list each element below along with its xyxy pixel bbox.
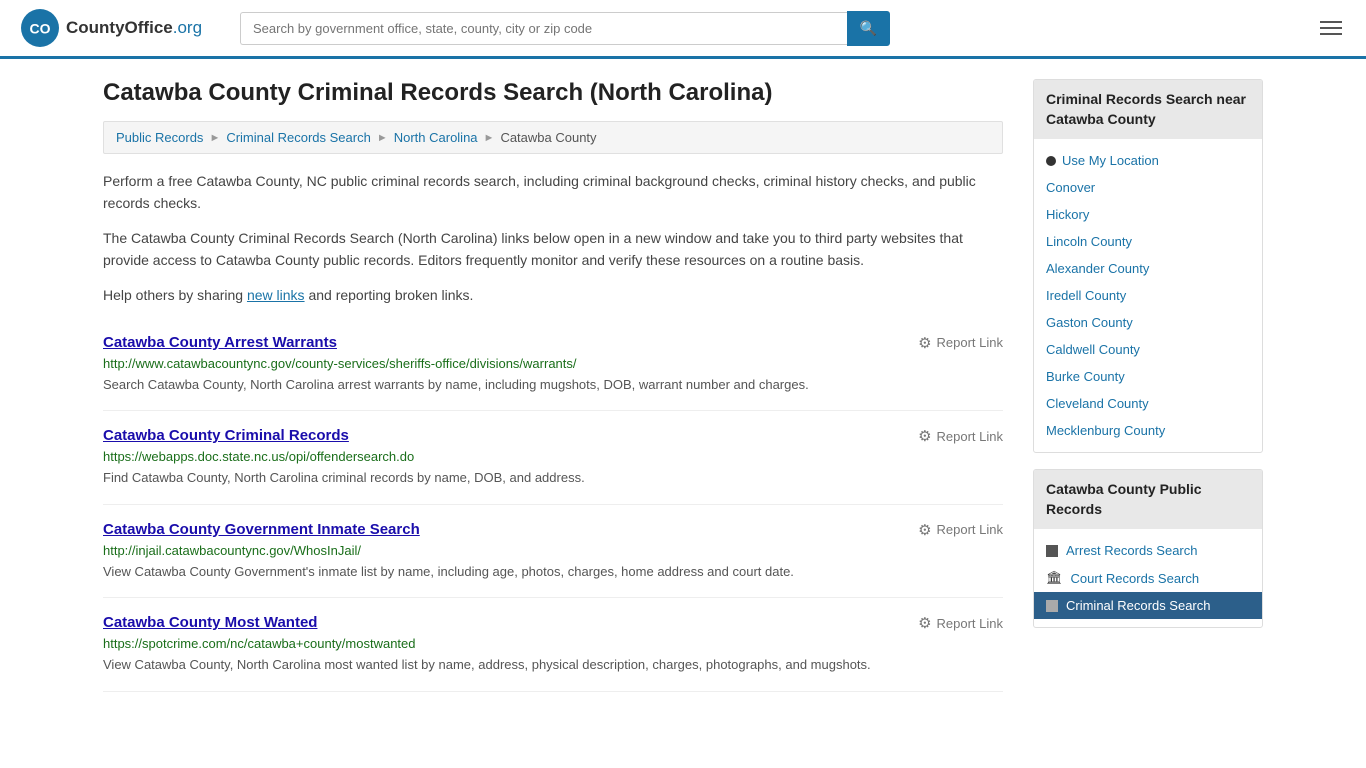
record-url-1[interactable]: https://webapps.doc.state.nc.us/opi/offe… bbox=[103, 449, 1003, 464]
breadcrumb-sep: ► bbox=[484, 132, 495, 144]
report-icon: ⚙ bbox=[918, 521, 931, 539]
sidebar-item-mecklenburg-county[interactable]: Mecklenburg County bbox=[1034, 417, 1262, 444]
page-title: Catawba County Criminal Records Search (… bbox=[103, 79, 1003, 107]
report-link-btn-3[interactable]: ⚙ Report Link bbox=[918, 614, 1003, 632]
sidebar-item-gaston-county[interactable]: Gaston County bbox=[1034, 309, 1262, 336]
desc-para-2: The Catawba County Criminal Records Sear… bbox=[103, 227, 1003, 272]
record-desc-3: View Catawba County, North Carolina most… bbox=[103, 655, 1003, 675]
record-url-3[interactable]: https://spotcrime.com/nc/catawba+county/… bbox=[103, 636, 1003, 651]
search-button[interactable]: 🔍 bbox=[847, 11, 890, 46]
logo-area: CO CountyOffice.org bbox=[20, 8, 220, 48]
hamburger-line bbox=[1320, 33, 1342, 35]
search-area: 🔍 bbox=[240, 11, 890, 46]
report-link-btn-0[interactable]: ⚙ Report Link bbox=[918, 334, 1003, 352]
search-icon: 🔍 bbox=[860, 20, 877, 36]
sidebar-item-hickory[interactable]: Hickory bbox=[1034, 201, 1262, 228]
breadcrumb-criminal-records[interactable]: Criminal Records Search bbox=[226, 130, 371, 145]
sidebar-item-lincoln-county[interactable]: Lincoln County bbox=[1034, 228, 1262, 255]
location-dot-icon bbox=[1046, 156, 1056, 166]
record-url-2[interactable]: http://injail.catawbacountync.gov/WhosIn… bbox=[103, 543, 1003, 558]
sidebar: Criminal Records Search near Catawba Cou… bbox=[1033, 79, 1263, 692]
square-icon bbox=[1046, 600, 1058, 612]
sidebar-item-cleveland-county[interactable]: Cleveland County bbox=[1034, 390, 1262, 417]
report-link-btn-1[interactable]: ⚙ Report Link bbox=[918, 427, 1003, 445]
new-links-link[interactable]: new links bbox=[247, 287, 305, 303]
logo-text: CountyOffice.org bbox=[66, 18, 202, 38]
record-title-2[interactable]: Catawba County Government Inmate Search bbox=[103, 521, 420, 538]
sidebar-criminal-records[interactable]: Criminal Records Search bbox=[1034, 592, 1262, 619]
sidebar-item-conover[interactable]: Conover bbox=[1034, 174, 1262, 201]
record-desc-2: View Catawba County Government's inmate … bbox=[103, 562, 1003, 582]
header: CO CountyOffice.org 🔍 bbox=[0, 0, 1366, 59]
sidebar-public-records-title: Catawba County Public Records bbox=[1034, 470, 1262, 529]
hamburger-line bbox=[1320, 27, 1342, 29]
sidebar-nearby-title: Criminal Records Search near Catawba Cou… bbox=[1034, 80, 1262, 139]
record-url-0[interactable]: http://www.catawbacountync.gov/county-se… bbox=[103, 356, 1003, 371]
sidebar-nearby-content: Use My Location Conover Hickory Lincoln … bbox=[1034, 139, 1262, 452]
menu-button[interactable] bbox=[1316, 17, 1346, 39]
desc-para-1: Perform a free Catawba County, NC public… bbox=[103, 170, 1003, 215]
logo-icon: CO bbox=[20, 8, 60, 48]
main-layout: Catawba County Criminal Records Search (… bbox=[83, 59, 1283, 712]
breadcrumb-sep: ► bbox=[377, 132, 388, 144]
report-icon: ⚙ bbox=[918, 427, 931, 445]
breadcrumb-public-records[interactable]: Public Records bbox=[116, 130, 203, 145]
building-icon: 🏛 bbox=[1046, 570, 1063, 586]
record-desc-1: Find Catawba County, North Carolina crim… bbox=[103, 468, 1003, 488]
report-icon: ⚙ bbox=[918, 334, 931, 352]
record-title-3[interactable]: Catawba County Most Wanted bbox=[103, 614, 317, 631]
sidebar-item-alexander-county[interactable]: Alexander County bbox=[1034, 255, 1262, 282]
sidebar-arrest-records[interactable]: Arrest Records Search bbox=[1034, 537, 1262, 564]
hamburger-line bbox=[1320, 21, 1342, 23]
sidebar-court-records[interactable]: 🏛 Court Records Search bbox=[1034, 564, 1262, 592]
records-list: Catawba County Arrest Warrants ⚙ Report … bbox=[103, 318, 1003, 692]
record-item: Catawba County Arrest Warrants ⚙ Report … bbox=[103, 318, 1003, 412]
sidebar-nearby-section: Criminal Records Search near Catawba Cou… bbox=[1033, 79, 1263, 453]
report-link-btn-2[interactable]: ⚙ Report Link bbox=[918, 521, 1003, 539]
breadcrumb-north-carolina[interactable]: North Carolina bbox=[394, 130, 478, 145]
sidebar-item-burke-county[interactable]: Burke County bbox=[1034, 363, 1262, 390]
search-input[interactable] bbox=[240, 12, 847, 45]
record-item: Catawba County Government Inmate Search … bbox=[103, 505, 1003, 599]
record-title-0[interactable]: Catawba County Arrest Warrants bbox=[103, 334, 337, 351]
sidebar-public-records-section: Catawba County Public Records Arrest Rec… bbox=[1033, 469, 1263, 628]
content-area: Catawba County Criminal Records Search (… bbox=[103, 79, 1003, 692]
record-desc-0: Search Catawba County, North Carolina ar… bbox=[103, 375, 1003, 395]
record-item: Catawba County Most Wanted ⚙ Report Link… bbox=[103, 598, 1003, 692]
record-title-1[interactable]: Catawba County Criminal Records bbox=[103, 427, 349, 444]
use-location[interactable]: Use My Location bbox=[1034, 147, 1262, 174]
sidebar-item-caldwell-county[interactable]: Caldwell County bbox=[1034, 336, 1262, 363]
report-icon: ⚙ bbox=[918, 614, 931, 632]
use-location-link[interactable]: Use My Location bbox=[1062, 153, 1159, 168]
breadcrumb-catawba-county: Catawba County bbox=[500, 130, 596, 145]
breadcrumb-sep: ► bbox=[209, 132, 220, 144]
sidebar-item-iredell-county[interactable]: Iredell County bbox=[1034, 282, 1262, 309]
record-item: Catawba County Criminal Records ⚙ Report… bbox=[103, 411, 1003, 505]
breadcrumb: Public Records ► Criminal Records Search… bbox=[103, 121, 1003, 154]
sidebar-public-records-content: Arrest Records Search 🏛 Court Records Se… bbox=[1034, 529, 1262, 627]
desc-para-3: Help others by sharing new links and rep… bbox=[103, 284, 1003, 306]
svg-text:CO: CO bbox=[30, 20, 51, 36]
square-icon bbox=[1046, 545, 1058, 557]
